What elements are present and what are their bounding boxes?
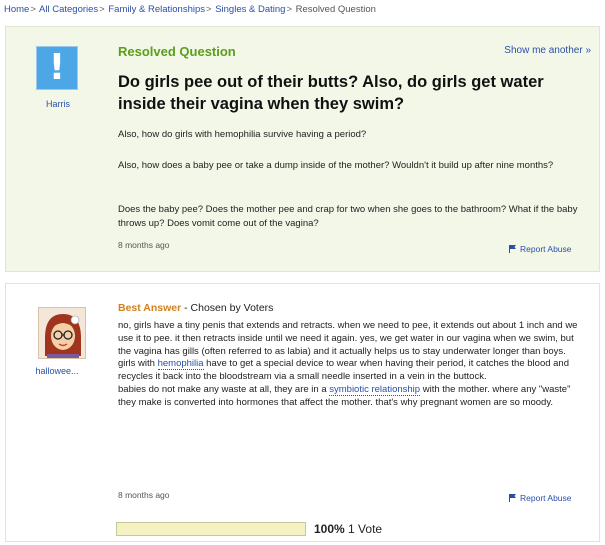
breadcrumb-family-relationships[interactable]: Family & Relationships	[108, 4, 205, 15]
answerer-username[interactable]: hallowee...	[22, 366, 92, 376]
vote-progress-fill	[117, 523, 305, 535]
question-paragraph: Also, how do girls with hemophilia survi…	[118, 129, 367, 140]
show-me-another-link[interactable]: Show me another »	[504, 45, 591, 56]
breadcrumb-separator: >	[99, 4, 105, 15]
hemophilia-link[interactable]: hemophilia	[157, 358, 204, 371]
answer-text: girls with	[118, 358, 158, 370]
question-paragraph: Also, how does a baby pee or take a dump…	[118, 160, 554, 171]
vote-count: 1 Vote	[348, 522, 383, 536]
question-title: Do girls pee out of their butts? Also, d…	[118, 73, 544, 113]
question-timestamp: 8 months ago	[118, 240, 170, 250]
cartoon-girl-avatar-icon	[39, 308, 85, 358]
question-panel	[5, 26, 600, 272]
breadcrumb-home[interactable]: Home	[4, 4, 29, 15]
answer-report-abuse[interactable]: Report Abuse	[509, 493, 572, 503]
vote-progress-bar	[116, 522, 306, 536]
answerer-avatar[interactable]	[38, 307, 86, 359]
flag-icon	[509, 245, 516, 253]
answer-text: no, girls have a tiny penis that extends…	[118, 320, 578, 357]
breadcrumb-separator: >	[206, 4, 212, 15]
answer-text: babies do not make any waste at all, the…	[118, 383, 330, 395]
breadcrumb-singles-dating[interactable]: Singles & Dating	[215, 4, 285, 15]
breadcrumb-current: Resolved Question	[295, 4, 376, 15]
asker-username[interactable]: Harris	[30, 99, 86, 109]
answer-timestamp: 8 months ago	[118, 490, 170, 500]
flag-icon	[509, 494, 516, 502]
breadcrumb-all-categories[interactable]: All Categories	[39, 4, 98, 15]
resolved-question-heading: Resolved Question	[118, 44, 236, 59]
chosen-by-label: - Chosen by Voters	[181, 302, 274, 314]
vote-summary: 100% 1 Vote	[314, 522, 382, 536]
best-answer-label: Best Answer	[118, 302, 182, 314]
question-paragraph: Does the baby pee? Does the mother pee a…	[118, 204, 578, 229]
vote-percent: 100%	[314, 522, 345, 536]
exclamation-icon: !	[48, 47, 66, 88]
report-abuse-label: Report Abuse	[520, 244, 572, 254]
question-report-abuse[interactable]: Report Abuse	[509, 244, 572, 254]
answer-body: no, girls have a tiny penis that extends…	[118, 320, 588, 410]
best-answer-heading: Best Answer - Chosen by Voters	[118, 302, 273, 314]
report-abuse-label: Report Abuse	[520, 493, 572, 503]
breadcrumb: Home> All Categories> Family & Relations…	[4, 4, 376, 15]
breadcrumb-separator: >	[30, 4, 36, 15]
symbiotic-relationship-link[interactable]: symbiotic relationship	[329, 383, 421, 396]
breadcrumb-separator: >	[286, 4, 292, 15]
asker-avatar[interactable]: !	[36, 46, 78, 90]
